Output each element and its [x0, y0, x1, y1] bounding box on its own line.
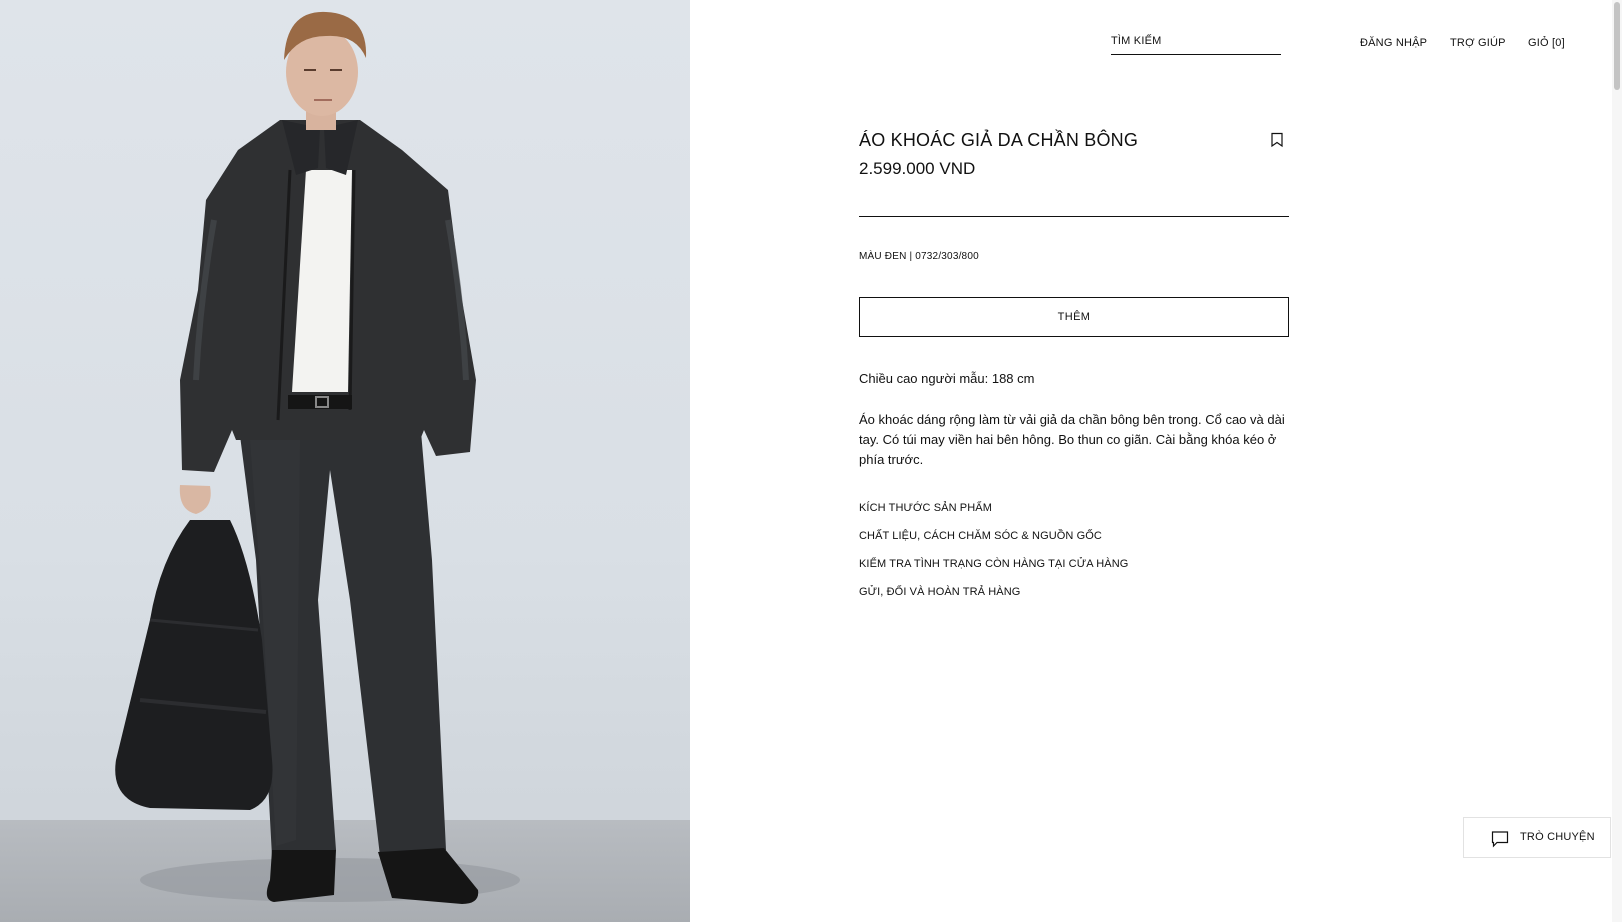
chat-button[interactable]: TRÒ CHUYỆN: [1463, 817, 1611, 858]
product-title: ÁO KHOÁC GIẢ DA CHẦN BÔNG: [859, 130, 1139, 150]
add-to-cart-button[interactable]: THÊM: [859, 297, 1289, 337]
search-field[interactable]: TÌM KIẾM: [1111, 34, 1281, 55]
nav-help[interactable]: TRỢ GIÚP: [1450, 37, 1506, 49]
bookmark-icon[interactable]: [1270, 132, 1284, 148]
search-label: TÌM KIẾM: [1111, 35, 1162, 47]
model-illustration: [115, 11, 520, 904]
link-materials-care[interactable]: CHẤT LIỆU, CÁCH CHĂM SÓC & NGUỒN GỐC: [859, 530, 1128, 558]
link-store-availability[interactable]: KIỂM TRA TÌNH TRẠNG CÒN HÀNG TẠI CỬA HÀN…: [859, 558, 1128, 586]
product-price: 2.599.000 VND: [859, 159, 976, 178]
link-shipping-returns[interactable]: GỬI, ĐỔI VÀ HOÀN TRẢ HÀNG: [859, 586, 1128, 614]
model-height: Chiều cao người mẫu: 188 cm: [859, 371, 1035, 386]
divider: [859, 216, 1289, 217]
product-info-links: KÍCH THƯỚC SẢN PHẨM CHẤT LIỆU, CÁCH CHĂM…: [859, 502, 1128, 614]
product-description: Áo khoác dáng rộng làm từ vải giả da chầ…: [859, 412, 1285, 467]
link-product-size[interactable]: KÍCH THƯỚC SẢN PHẨM: [859, 502, 1128, 530]
product-image[interactable]: [0, 0, 690, 922]
scrollbar-track[interactable]: [1612, 0, 1622, 922]
nav-cart[interactable]: GIỎ [0]: [1528, 37, 1565, 49]
scrollbar-thumb[interactable]: [1614, 2, 1620, 90]
color-reference: MÀU ĐEN | 0732/303/800: [859, 251, 979, 262]
chat-bubble-icon: [1491, 830, 1509, 848]
nav-login[interactable]: ĐĂNG NHẬP: [1360, 37, 1427, 49]
product-page: TÌM KIẾM ĐĂNG NHẬP TRỢ GIÚP GIỎ [0] ÁO K…: [0, 0, 1622, 922]
chat-label: TRÒ CHUYỆN: [1520, 831, 1595, 843]
